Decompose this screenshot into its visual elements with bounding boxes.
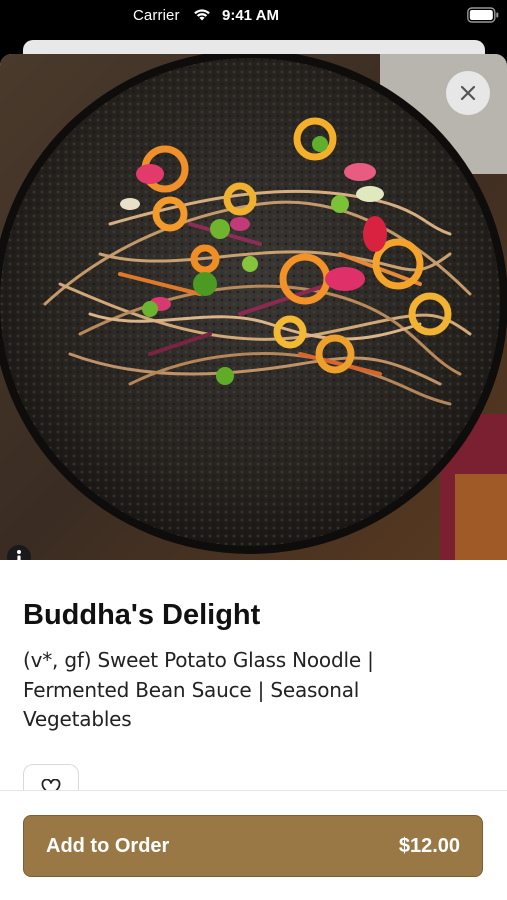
info-icon[interactable]	[6, 544, 32, 560]
add-to-order-label: Add to Order	[46, 834, 170, 857]
wifi-icon	[194, 9, 210, 21]
description-line: (v*, gf) Sweet Potato Glass Noodle |	[23, 648, 374, 672]
close-button[interactable]	[446, 71, 490, 115]
item-photo	[0, 54, 507, 560]
item-title: Buddha's Delight	[23, 599, 261, 631]
carrier-label: Carrier	[133, 7, 180, 24]
item-price: $12.00	[398, 834, 460, 857]
item-description: (v*, gf) Sweet Potato Glass Noodle | Fer…	[23, 646, 463, 735]
item-detail-sheet: Buddha's Delight (v*, gf) Sweet Potato G…	[0, 54, 507, 900]
description-line: Vegetables	[23, 707, 132, 731]
battery-icon	[467, 7, 499, 23]
close-icon	[460, 85, 476, 101]
noodle-bowl-photo	[0, 54, 507, 560]
description-line: Fermented Bean Sauce | Seasonal	[23, 677, 360, 702]
order-footer: Add to Order $12.00	[0, 790, 507, 900]
status-time: 9:41 AM	[222, 7, 279, 24]
add-to-order-button[interactable]: Add to Order $12.00	[23, 815, 483, 877]
status-bar: Carrier 9:41 AM	[0, 0, 507, 32]
